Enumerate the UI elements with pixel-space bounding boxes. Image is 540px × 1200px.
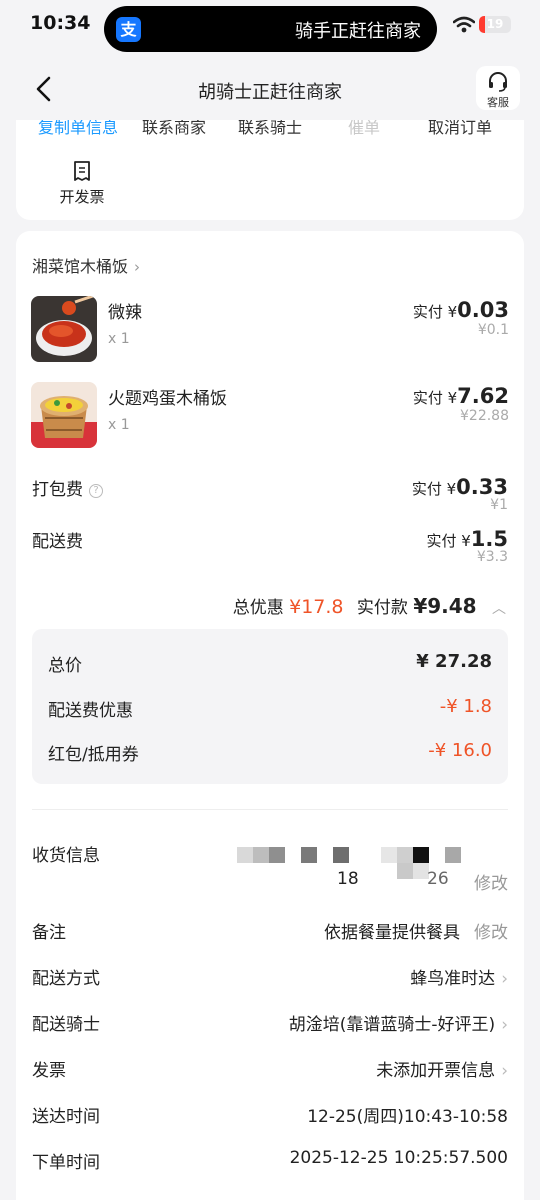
detail-value: 12-25(周四)10:43-10:58	[307, 1107, 508, 1127]
battery-icon: 19	[479, 16, 511, 33]
breakdown-label: 总价	[48, 656, 82, 676]
rider-row[interactable]: 配送骑士 胡淦培(靠谱蓝骑士-好评王) ›	[32, 1010, 508, 1040]
item-thumbnail-chili	[31, 296, 97, 362]
help-icon[interactable]: ?	[89, 484, 103, 498]
packing-fee-row: 打包费? 实付 ¥0.33 ¥1	[32, 475, 508, 515]
item-name: 火题鸡蛋木桶饭	[108, 389, 227, 409]
price-breakdown: 总价 ¥ 27.28 配送费优惠 -¥ 1.8 红包/抵用券 -¥ 16.0	[32, 629, 508, 784]
detail-value: 依据餐量提供餐具	[324, 923, 460, 943]
customer-service-label: 客服	[487, 96, 509, 109]
chevron-right-icon: ›	[501, 1061, 508, 1081]
shop-name: 湘菜馆木桶饭	[32, 257, 129, 276]
order-item[interactable]: 火题鸡蛋木桶饭 x 1 实付 ¥7.62 ¥22.88	[31, 382, 509, 450]
item-original-price: ¥0.1	[477, 322, 509, 338]
item-name: 微辣	[108, 303, 142, 323]
item-thumbnail-bucket-rice	[31, 382, 97, 448]
receipt-icon	[74, 161, 90, 181]
headset-icon	[489, 72, 507, 92]
detail-label: 配送骑士	[32, 1015, 100, 1035]
detail-label: 配送方式	[32, 969, 100, 989]
fee-name: 打包费	[32, 480, 83, 500]
battery-percent: 19	[486, 17, 504, 31]
detail-value: 未添加开票信息	[376, 1061, 496, 1081]
paid-amount: ¥9.48	[413, 594, 477, 618]
nav-bar: 胡骑士正赶往商家 客服	[0, 58, 540, 120]
order-actions-row: 复制单信息 联系商家 联系骑士 催单 取消订单	[16, 120, 524, 137]
status-bar: 10:34 支 骑手正赶往商家 19	[0, 0, 540, 52]
breakdown-label: 红包/抵用券	[48, 745, 139, 765]
redacted-address	[237, 847, 507, 887]
chevron-right-icon: ›	[501, 969, 508, 989]
discount-label: 总优惠	[232, 598, 284, 618]
shop-name-link[interactable]: 湘菜馆木桶饭 ›	[32, 253, 140, 277]
breakdown-row: 红包/抵用券 -¥ 16.0	[48, 740, 492, 770]
invoice-label: 开发票	[59, 188, 105, 206]
detail-value: 胡淦培(靠谱蓝骑士-好评王)	[288, 1015, 496, 1035]
detail-label: 下单时间	[32, 1153, 100, 1173]
detail-value: 2025-12-25 10:25:57.500	[289, 1148, 508, 1168]
payment-summary[interactable]: 总优惠 ¥17.8 实付款 ¥9.48 ︿	[233, 593, 506, 618]
order-time-row: 下单时间 2025-12-25 10:25:57.500	[32, 1148, 508, 1178]
item-quantity: x 1	[108, 331, 130, 347]
section-divider	[32, 809, 508, 810]
dynamic-island[interactable]: 支 骑手正赶往商家	[104, 6, 437, 52]
wifi-icon	[453, 16, 475, 33]
breakdown-row: 总价 ¥ 27.28	[48, 651, 492, 681]
discount-amount: ¥17.8	[289, 596, 344, 618]
island-status-text: 骑手正赶往商家	[295, 21, 421, 42]
delivery-time-row: 送达时间 12-25(周四)10:43-10:58	[32, 1102, 508, 1132]
remark-row[interactable]: 备注 依据餐量提供餐具 修改	[32, 918, 508, 948]
detail-label: 发票	[32, 1061, 66, 1081]
breakdown-row: 配送费优惠 -¥ 1.8	[48, 696, 492, 726]
delivery-info-row[interactable]: 收货信息 18 26 修改	[32, 841, 508, 901]
detail-value: 蜂鸟准时达	[410, 969, 496, 989]
alipay-icon: 支	[116, 17, 141, 42]
paid-label: 实付款	[356, 598, 408, 618]
status-time: 10:34	[30, 12, 91, 34]
chevron-right-icon: ›	[501, 1015, 508, 1035]
copy-order-info-button[interactable]: 复制单信息	[38, 120, 118, 138]
item-quantity: x 1	[108, 417, 130, 433]
detail-label: 送达时间	[32, 1107, 100, 1127]
breakdown-value: -¥ 1.8	[439, 696, 492, 717]
breakdown-value: -¥ 16.0	[428, 740, 492, 761]
delivery-method-row[interactable]: 配送方式 蜂鸟准时达 ›	[32, 964, 508, 994]
phone-number-partial: 18	[337, 869, 359, 889]
urge-order-button[interactable]: 催单	[348, 120, 380, 138]
edit-remark-button[interactable]: 修改	[474, 923, 508, 943]
cancel-order-button[interactable]: 取消订单	[428, 120, 492, 138]
item-original-price: ¥22.88	[460, 408, 509, 424]
edit-address-button[interactable]: 修改	[474, 869, 508, 894]
fee-paid-price: 实付 ¥0.33	[411, 475, 508, 499]
chevron-right-icon: ›	[134, 258, 141, 276]
chevron-up-icon[interactable]: ︿	[492, 601, 506, 617]
customer-service-button[interactable]: 客服	[476, 66, 520, 110]
item-paid-price: 实付 ¥0.03	[412, 298, 509, 322]
order-item[interactable]: 微辣 x 1 实付 ¥0.03 ¥0.1	[31, 296, 509, 364]
detail-label: 备注	[32, 923, 66, 943]
item-paid-price: 实付 ¥7.62	[412, 384, 509, 408]
order-actions-card: 复制单信息 联系商家 联系骑士 催单 取消订单 开发票	[16, 120, 524, 220]
order-detail-card: 湘菜馆木桶饭 › 微辣 x 1 实付 ¥0.03 ¥0.1 火题鸡蛋木桶饭 x …	[16, 231, 524, 1200]
fee-original-price: ¥3.3	[476, 549, 508, 565]
fee-original-price: ¥1	[490, 497, 508, 513]
delivery-info-label: 收货信息	[32, 846, 100, 866]
invoice-button[interactable]: 开发票	[52, 160, 112, 207]
fee-name: 配送费	[32, 532, 83, 552]
contact-shop-button[interactable]: 联系商家	[142, 120, 206, 138]
fee-paid-price: 实付 ¥1.5	[426, 527, 508, 551]
breakdown-label: 配送费优惠	[48, 701, 133, 721]
address-partial-suffix: 26	[427, 869, 449, 889]
invoice-row[interactable]: 发票 未添加开票信息 ›	[32, 1056, 508, 1086]
delivery-fee-row: 配送费 实付 ¥1.5 ¥3.3	[32, 527, 508, 567]
breakdown-value: ¥ 27.28	[416, 651, 492, 672]
page-title: 胡骑士正赶往商家	[198, 82, 342, 103]
contact-rider-button[interactable]: 联系骑士	[238, 120, 302, 138]
